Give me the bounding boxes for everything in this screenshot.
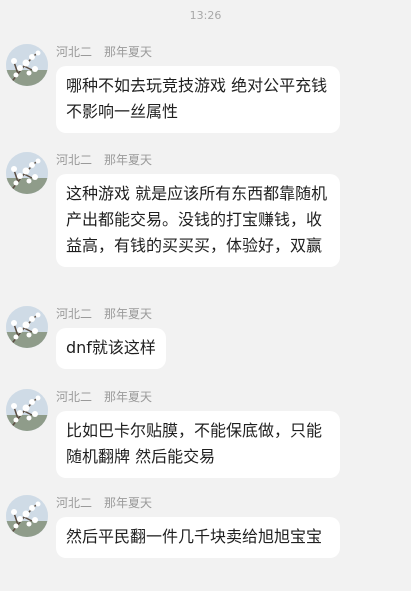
- sender-tag: 那年夏天: [104, 45, 153, 59]
- white-blossom-branch-avatar-icon[interactable]: [6, 44, 48, 86]
- message-meta: 河北二 那年夏天: [56, 495, 152, 511]
- white-blossom-branch-avatar-icon[interactable]: [6, 152, 48, 194]
- white-blossom-branch-avatar-icon[interactable]: [6, 306, 48, 348]
- message-bubble[interactable]: 比如巴卡尔贴膜，不能保底做，只能随机翻牌 然后能交易: [56, 411, 340, 478]
- timestamp: 13:26: [189, 9, 222, 22]
- white-blossom-branch-avatar-icon[interactable]: [6, 389, 48, 431]
- message-bubble[interactable]: 这种游戏 就是应该所有东西都靠随机产出都能交易。没钱的打宝赚钱，收益高，有钱的买…: [56, 174, 340, 267]
- sender-name[interactable]: 河北二: [56, 390, 92, 404]
- message-bubble[interactable]: 然后平民翻一件几千块卖给旭旭宝宝: [56, 517, 340, 558]
- message-bubble[interactable]: 哪种不如去玩竞技游戏 绝对公平充钱不影响一丝属性: [56, 66, 340, 133]
- message-meta: 河北二 那年夏天: [56, 152, 152, 168]
- sender-name[interactable]: 河北二: [56, 496, 92, 510]
- white-blossom-branch-avatar-icon[interactable]: [6, 495, 48, 537]
- message-meta: 河北二 那年夏天: [56, 389, 152, 405]
- sender-name[interactable]: 河北二: [56, 45, 92, 59]
- sender-tag: 那年夏天: [104, 307, 153, 321]
- sender-name[interactable]: 河北二: [56, 153, 92, 167]
- sender-name[interactable]: 河北二: [56, 307, 92, 321]
- message-meta: 河北二 那年夏天: [56, 44, 152, 60]
- message-meta: 河北二 那年夏天: [56, 306, 152, 322]
- sender-tag: 那年夏天: [104, 153, 153, 167]
- sender-tag: 那年夏天: [104, 496, 153, 510]
- message-bubble[interactable]: dnf就该这样: [56, 328, 166, 369]
- sender-tag: 那年夏天: [104, 390, 153, 404]
